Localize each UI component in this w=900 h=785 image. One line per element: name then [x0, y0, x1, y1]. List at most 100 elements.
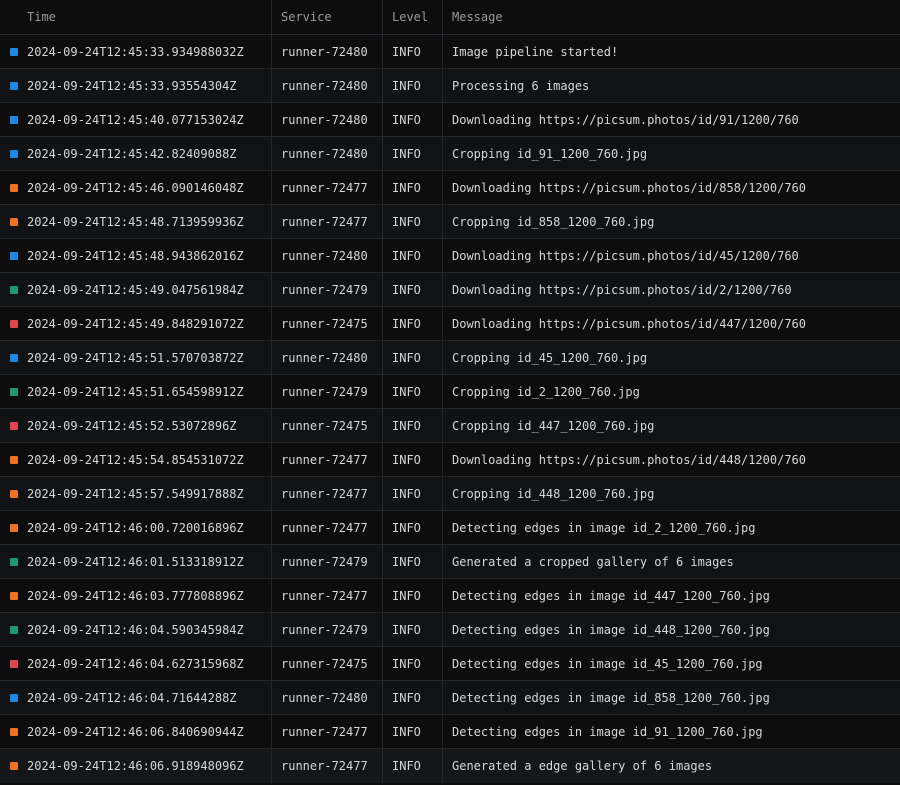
log-time: 2024-09-24T12:46:04.71644288Z	[27, 690, 237, 705]
log-service: runner-72479	[271, 545, 382, 578]
log-time: 2024-09-24T12:45:49.848291072Z	[27, 316, 244, 331]
log-level: INFO	[382, 137, 442, 170]
log-message: Processing 6 images	[442, 69, 900, 102]
log-time: 2024-09-24T12:45:48.713959936Z	[27, 214, 244, 229]
log-service: runner-72477	[271, 477, 382, 510]
log-time: 2024-09-24T12:45:51.654598912Z	[27, 384, 244, 399]
log-message: Detecting edges in image id_858_1200_760…	[442, 681, 900, 714]
log-service: runner-72480	[271, 681, 382, 714]
table-row[interactable]: 2024-09-24T12:45:51.654598912Z runner-724…	[0, 375, 900, 409]
log-message: Downloading https://picsum.photos/id/858…	[442, 171, 900, 204]
log-level: INFO	[382, 171, 442, 204]
table-row[interactable]: 2024-09-24T12:45:40.077153024Z runner-724…	[0, 103, 900, 137]
log-level: INFO	[382, 681, 442, 714]
table-row[interactable]: 2024-09-24T12:45:33.934988032Z runner-724…	[0, 35, 900, 69]
log-time: 2024-09-24T12:45:57.549917888Z	[27, 486, 244, 501]
log-time: 2024-09-24T12:46:00.720016896Z	[27, 520, 244, 535]
log-table: Time Service Level Message 2024-09-24T12…	[0, 0, 900, 785]
log-time: 2024-09-24T12:46:06.918948096Z	[27, 759, 244, 773]
log-message: Generated a edge gallery of 6 images	[442, 749, 900, 783]
table-row[interactable]: 2024-09-24T12:45:46.090146048Z runner-724…	[0, 171, 900, 205]
log-service: runner-72480	[271, 137, 382, 170]
column-header-time[interactable]: Time	[0, 0, 271, 34]
table-row[interactable]: 2024-09-24T12:45:42.82409088Z runner-7248…	[0, 137, 900, 171]
log-time: 2024-09-24T12:45:54.854531072Z	[27, 452, 244, 467]
table-row[interactable]: 2024-09-24T12:45:48.713959936Z runner-724…	[0, 205, 900, 239]
log-message: Detecting edges in image id_2_1200_760.j…	[442, 511, 900, 544]
table-row[interactable]: 2024-09-24T12:46:01.513318912Z runner-724…	[0, 545, 900, 579]
log-message: Cropping id_45_1200_760.jpg	[442, 341, 900, 374]
log-service: runner-72480	[271, 341, 382, 374]
log-level: INFO	[382, 715, 442, 748]
table-row[interactable]: 2024-09-24T12:46:04.590345984Z runner-724…	[0, 613, 900, 647]
log-level: INFO	[382, 613, 442, 646]
table-row[interactable]: 2024-09-24T12:46:03.777808896Z runner-724…	[0, 579, 900, 613]
log-level: INFO	[382, 409, 442, 442]
log-message: Downloading https://picsum.photos/id/447…	[442, 307, 900, 340]
log-service: runner-72477	[271, 205, 382, 238]
log-level: INFO	[382, 205, 442, 238]
column-header-level[interactable]: Level	[382, 0, 442, 34]
log-message: Downloading https://picsum.photos/id/448…	[442, 443, 900, 476]
log-service: runner-72475	[271, 647, 382, 680]
log-level: INFO	[382, 273, 442, 306]
log-service: runner-72480	[271, 35, 382, 68]
table-row[interactable]: 2024-09-24T12:45:49.848291072Z runner-724…	[0, 307, 900, 341]
table-row[interactable]: 2024-09-24T12:46:00.720016896Z runner-724…	[0, 511, 900, 545]
log-service: runner-72477	[271, 443, 382, 476]
table-row[interactable]: 2024-09-24T12:45:49.047561984Z runner-724…	[0, 273, 900, 307]
log-rows: 2024-09-24T12:45:33.934988032Z runner-724…	[0, 35, 900, 783]
log-message: Cropping id_91_1200_760.jpg	[442, 137, 900, 170]
log-time: 2024-09-24T12:46:04.627315968Z	[27, 656, 244, 671]
log-time: 2024-09-24T12:45:49.047561984Z	[27, 282, 244, 297]
log-level: INFO	[382, 477, 442, 510]
log-level: INFO	[382, 307, 442, 340]
table-row[interactable]: 2024-09-24T12:45:33.93554304Z runner-7248…	[0, 69, 900, 103]
table-row[interactable]: 2024-09-24T12:45:52.53072896Z runner-7247…	[0, 409, 900, 443]
log-level: INFO	[382, 103, 442, 136]
log-time: 2024-09-24T12:46:03.777808896Z	[27, 588, 244, 603]
log-message: Cropping id_858_1200_760.jpg	[442, 205, 900, 238]
column-header-service[interactable]: Service	[271, 0, 382, 34]
log-message: Generated a cropped gallery of 6 images	[442, 545, 900, 578]
table-row[interactable]: 2024-09-24T12:46:04.627315968Z runner-724…	[0, 647, 900, 681]
log-time: 2024-09-24T12:45:52.53072896Z	[27, 418, 237, 433]
log-time: 2024-09-24T12:45:33.934988032Z	[27, 44, 244, 59]
table-row[interactable]: 2024-09-24T12:45:54.854531072Z runner-724…	[0, 443, 900, 477]
log-service: runner-72480	[271, 69, 382, 102]
log-service: runner-72477	[271, 749, 382, 783]
table-row[interactable]: 2024-09-24T12:45:48.943862016Z runner-724…	[0, 239, 900, 273]
log-time: 2024-09-24T12:45:42.82409088Z	[27, 146, 237, 161]
log-time: 2024-09-24T12:46:06.840690944Z	[27, 724, 244, 739]
log-service: runner-72479	[271, 273, 382, 306]
log-service: runner-72477	[271, 511, 382, 544]
table-header: Time Service Level Message	[0, 0, 900, 35]
log-time: 2024-09-24T12:45:40.077153024Z	[27, 112, 244, 127]
log-message: Detecting edges in image id_91_1200_760.…	[442, 715, 900, 748]
log-message: Image pipeline started!	[442, 35, 900, 68]
log-time: 2024-09-24T12:45:33.93554304Z	[27, 78, 237, 93]
log-level: INFO	[382, 35, 442, 68]
log-service: runner-72475	[271, 307, 382, 340]
log-message: Cropping id_2_1200_760.jpg	[442, 375, 900, 408]
table-row[interactable]: 2024-09-24T12:46:06.918948096Z runner-724…	[0, 749, 900, 783]
log-time: 2024-09-24T12:46:01.513318912Z	[27, 554, 244, 569]
log-message: Downloading https://picsum.photos/id/91/…	[442, 103, 900, 136]
log-message: Cropping id_447_1200_760.jpg	[442, 409, 900, 442]
table-row[interactable]: 2024-09-24T12:46:06.840690944Z runner-724…	[0, 715, 900, 749]
table-row[interactable]: 2024-09-24T12:46:04.71644288Z runner-7248…	[0, 681, 900, 715]
log-level: INFO	[382, 749, 442, 783]
log-service: runner-72479	[271, 375, 382, 408]
log-level: INFO	[382, 647, 442, 680]
table-row[interactable]: 2024-09-24T12:45:51.570703872Z runner-724…	[0, 341, 900, 375]
log-service: runner-72477	[271, 579, 382, 612]
log-level: INFO	[382, 579, 442, 612]
log-message: Detecting edges in image id_448_1200_760…	[442, 613, 900, 646]
log-service: runner-72477	[271, 715, 382, 748]
log-service: runner-72480	[271, 103, 382, 136]
log-level: INFO	[382, 239, 442, 272]
table-row[interactable]: 2024-09-24T12:45:57.549917888Z runner-724…	[0, 477, 900, 511]
column-header-message[interactable]: Message	[442, 0, 900, 34]
log-time: 2024-09-24T12:45:51.570703872Z	[27, 350, 244, 365]
log-message: Detecting edges in image id_45_1200_760.…	[442, 647, 900, 680]
